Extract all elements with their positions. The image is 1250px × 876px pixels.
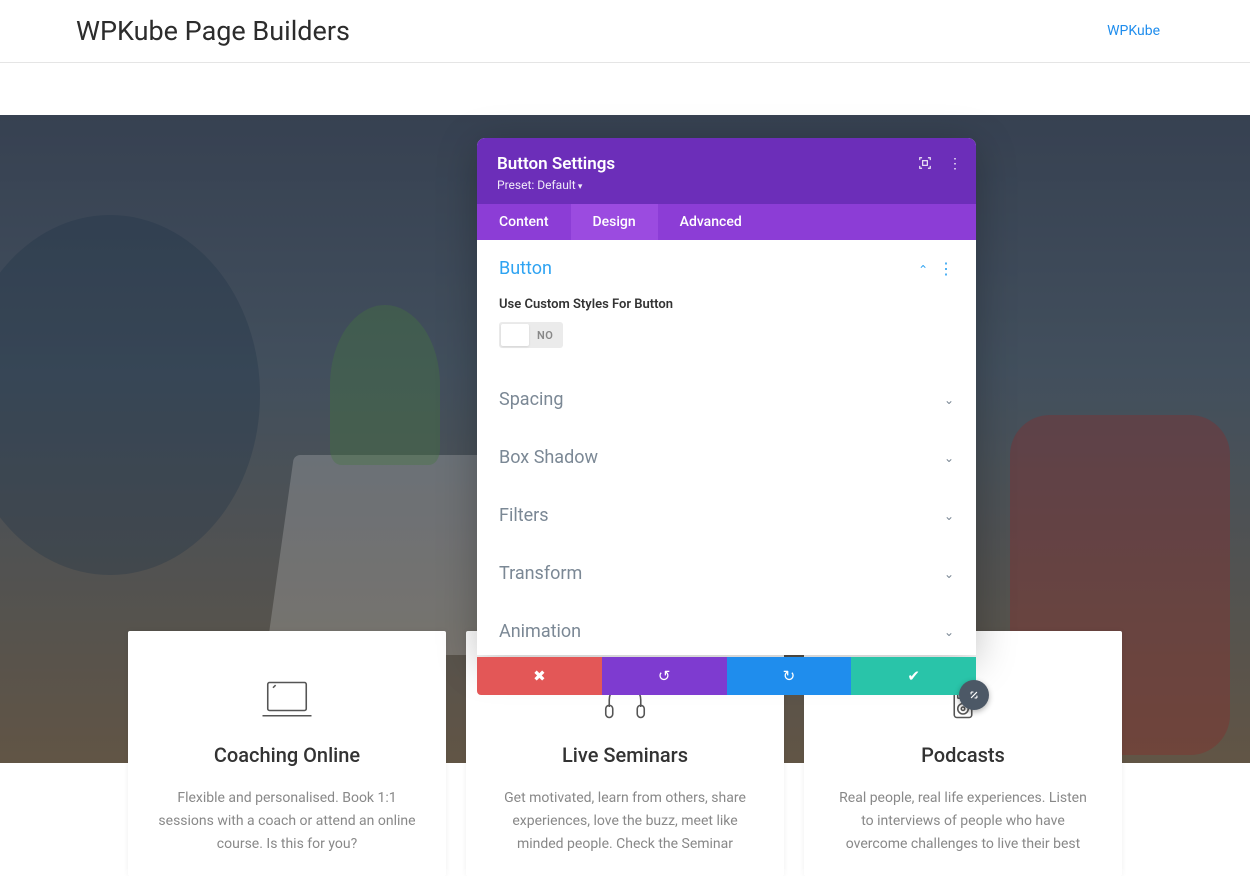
chevron-down-icon: ⌄ xyxy=(944,509,954,523)
section-body-button: Use Custom Styles For Button NO xyxy=(477,297,976,370)
section-header-spacing[interactable]: Spacing ⌄ xyxy=(477,371,976,428)
laptop-icon xyxy=(259,679,315,725)
section-kebab-icon[interactable]: ⋮ xyxy=(938,261,954,277)
save-button[interactable]: ✔ xyxy=(851,657,976,695)
toggle-knob xyxy=(501,324,529,346)
chevron-down-icon: ⌄ xyxy=(944,625,954,639)
section-header-box-shadow[interactable]: Box Shadow ⌄ xyxy=(477,429,976,486)
chevron-down-icon: ⌄ xyxy=(944,567,954,581)
toggle-custom-styles[interactable]: NO xyxy=(499,322,563,348)
modal-body-scroll[interactable]: Button ⌄ ⋮ Use Custom Styles For Button … xyxy=(477,240,976,655)
section-button: Button ⌄ ⋮ Use Custom Styles For Button … xyxy=(477,240,976,371)
section-title: Box Shadow xyxy=(499,447,598,468)
kebab-menu-icon[interactable]: ⋮ xyxy=(948,156,962,174)
section-title: Animation xyxy=(499,621,581,642)
undo-icon: ↺ xyxy=(658,667,671,685)
topbar: WPKube Page Builders WPKube xyxy=(0,0,1250,63)
check-icon: ✔ xyxy=(907,667,920,685)
card-title: Podcasts xyxy=(834,743,1092,767)
resize-handle[interactable] xyxy=(959,680,989,710)
close-icon: ✖ xyxy=(533,667,546,685)
cancel-button[interactable]: ✖ xyxy=(477,657,602,695)
section-header-transform[interactable]: Transform ⌄ xyxy=(477,545,976,602)
toggle-value: NO xyxy=(529,329,561,342)
section-title: Filters xyxy=(499,505,549,526)
section-filters: Filters ⌄ xyxy=(477,487,976,545)
modal-header[interactable]: Button Settings Preset: Default ⋮ xyxy=(477,138,976,204)
section-header-animation[interactable]: Animation ⌄ xyxy=(477,603,976,655)
section-title: Button xyxy=(499,258,552,279)
topbar-link[interactable]: WPKube xyxy=(1107,23,1160,39)
card-title: Coaching Online xyxy=(158,743,416,767)
card-title: Live Seminars xyxy=(496,743,754,767)
redo-button[interactable]: ↻ xyxy=(727,657,852,695)
tab-content[interactable]: Content xyxy=(477,204,571,240)
section-header-button[interactable]: Button ⌄ ⋮ xyxy=(477,240,976,297)
card-desc: Flexible and personalised. Book 1:1 sess… xyxy=(158,787,416,856)
modal-preset-dropdown[interactable]: Preset: Default xyxy=(497,178,956,192)
section-spacing: Spacing ⌄ xyxy=(477,371,976,429)
tab-design[interactable]: Design xyxy=(571,204,658,240)
section-box-shadow: Box Shadow ⌄ xyxy=(477,429,976,487)
section-animation: Animation ⌄ xyxy=(477,603,976,655)
modal-footer: ✖ ↺ ↻ ✔ xyxy=(477,657,976,695)
undo-button[interactable]: ↺ xyxy=(602,657,727,695)
redo-icon: ↻ xyxy=(783,667,796,685)
tab-advanced[interactable]: Advanced xyxy=(658,204,764,240)
modal-tabs: Content Design Advanced xyxy=(477,204,976,240)
chevron-up-icon: ⌄ xyxy=(918,262,928,276)
chevron-down-icon: ⌄ xyxy=(944,393,954,407)
expand-icon[interactable] xyxy=(918,156,932,174)
field-label-custom-styles: Use Custom Styles For Button xyxy=(499,297,954,312)
button-settings-modal: Button Settings Preset: Default ⋮ Conten… xyxy=(477,138,976,655)
section-title: Spacing xyxy=(499,389,563,410)
card-desc: Get motivated, learn from others, share … xyxy=(496,787,754,856)
site-title: WPKube Page Builders xyxy=(76,15,350,47)
card-coaching-online: Coaching Online Flexible and personalise… xyxy=(128,631,446,876)
modal-title: Button Settings xyxy=(497,154,956,174)
resize-icon xyxy=(967,688,981,702)
chevron-down-icon: ⌄ xyxy=(944,451,954,465)
card-desc: Real people, real life experiences. List… xyxy=(834,787,1092,856)
section-title: Transform xyxy=(499,563,582,584)
section-header-filters[interactable]: Filters ⌄ xyxy=(477,487,976,544)
section-transform: Transform ⌄ xyxy=(477,545,976,603)
